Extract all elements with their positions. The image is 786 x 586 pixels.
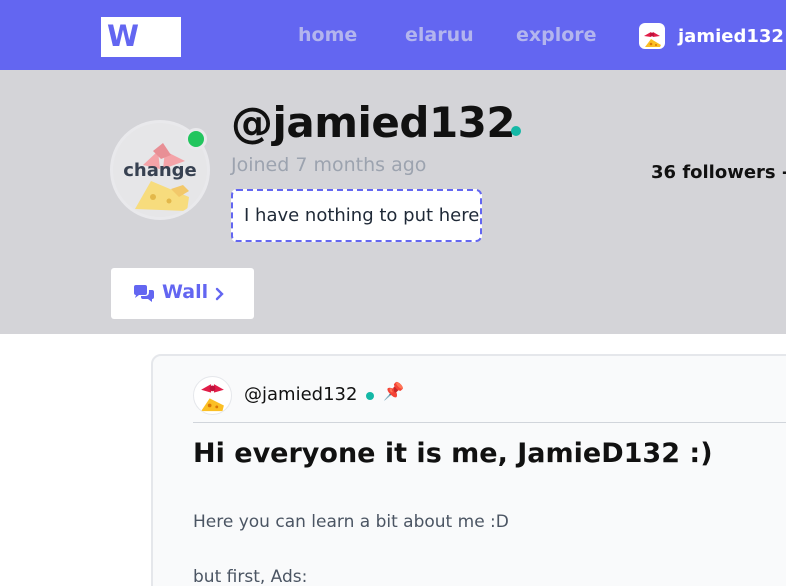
post-author[interactable]: @jamied132 bbox=[244, 384, 357, 405]
nav-username: jamied132 bbox=[678, 25, 784, 47]
profile-header: change @jamied132 Joined 7 months ago I … bbox=[0, 70, 786, 334]
top-nav: W home elaruu explore jamied132 bbox=[0, 0, 786, 70]
wall-button-label: Wall bbox=[162, 281, 209, 303]
handle-status-dot bbox=[511, 126, 521, 136]
nav-user-menu[interactable]: jamied132 bbox=[639, 22, 784, 50]
post-title: Hi everyone it is me, JamieD132 :) bbox=[193, 438, 713, 469]
logo-text: W bbox=[107, 19, 139, 53]
wall-button[interactable]: Wall bbox=[111, 268, 254, 319]
online-status-dot bbox=[185, 128, 207, 150]
bio-field[interactable]: I have nothing to put here bbox=[231, 189, 482, 242]
chevron-right-icon bbox=[215, 287, 224, 301]
chat-bubbles-icon bbox=[134, 285, 154, 302]
profile-handle: @jamied132 bbox=[231, 98, 516, 147]
post-author-avatar[interactable] bbox=[193, 376, 232, 415]
site-logo[interactable]: W bbox=[101, 17, 181, 57]
post-divider bbox=[193, 422, 786, 423]
nav-link-explore[interactable]: explore bbox=[516, 24, 597, 46]
avatar-change-label: change bbox=[123, 160, 197, 181]
bow-cheese-icon bbox=[644, 32, 661, 47]
post-paragraph: Here you can learn a bit about me :D bbox=[193, 512, 509, 532]
nav-link-elaruu[interactable]: elaruu bbox=[405, 24, 474, 46]
post-paragraph: but first, Ads: bbox=[193, 567, 308, 586]
nav-link-home[interactable]: home bbox=[298, 24, 357, 46]
joined-date: Joined 7 months ago bbox=[231, 154, 427, 176]
pin-icon: 📌 bbox=[383, 382, 405, 402]
author-status-dot bbox=[366, 392, 374, 400]
followers-count[interactable]: 36 followers - bbox=[651, 162, 786, 183]
nav-avatar bbox=[639, 23, 665, 49]
bio-text: I have nothing to put here bbox=[244, 205, 480, 226]
bow-cheese-icon bbox=[201, 384, 224, 412]
